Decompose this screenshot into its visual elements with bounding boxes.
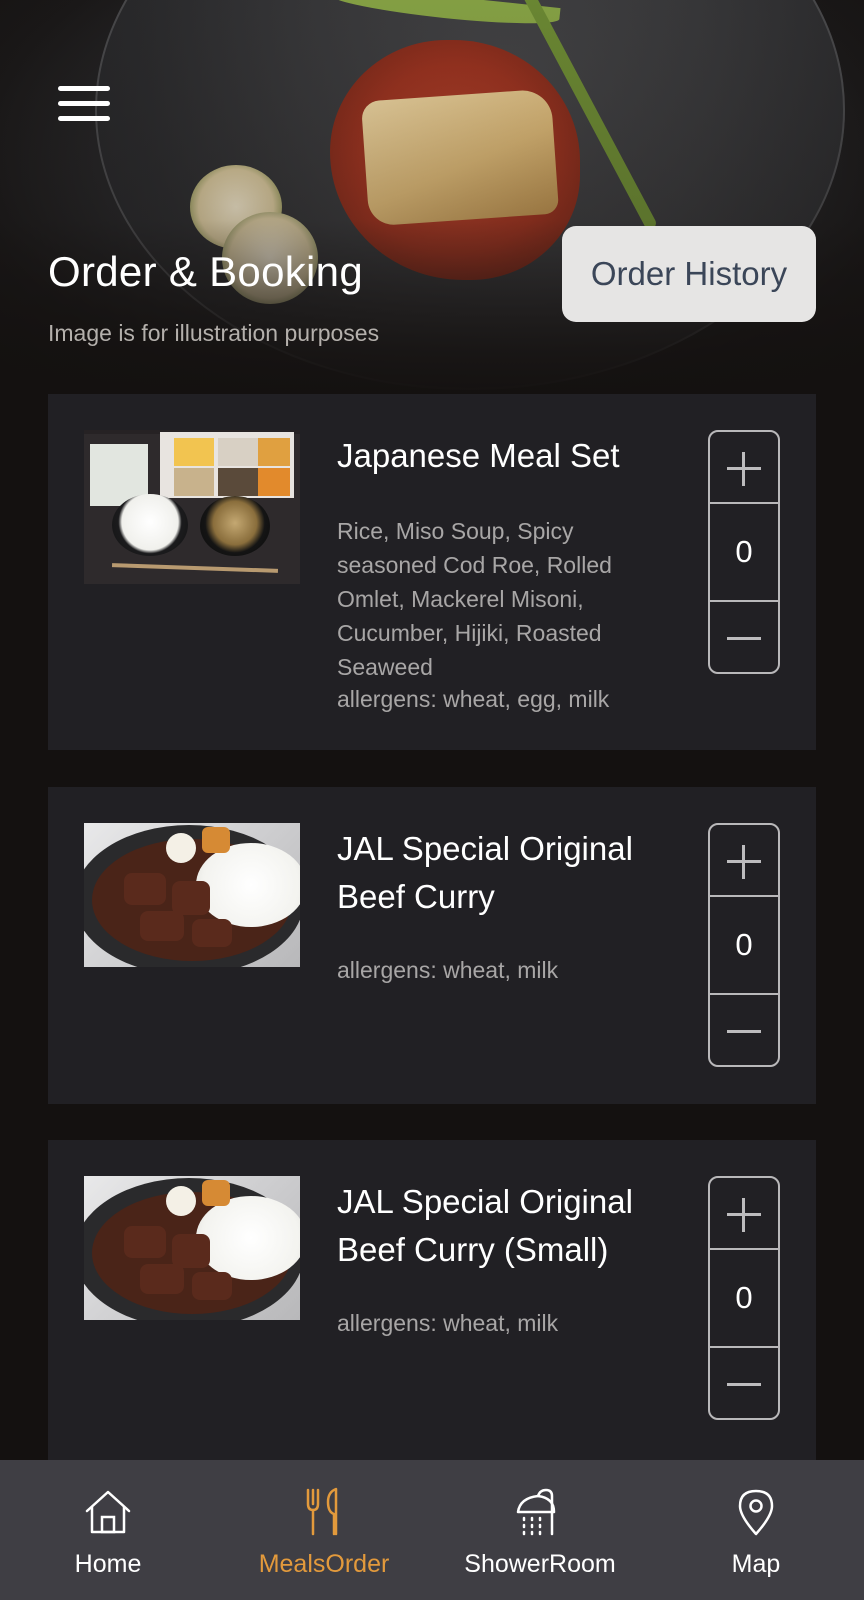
quantity-stepper: 0 <box>708 1176 780 1420</box>
meal-name: Japanese Meal Set <box>337 437 620 474</box>
quantity-value: 0 <box>735 927 753 962</box>
japanese-meal-set-photo <box>84 430 300 584</box>
nav-label: Map <box>731 1550 781 1578</box>
quantity-stepper: 0 <box>708 430 780 674</box>
minus-icon[interactable] <box>710 1346 778 1418</box>
nav-label: ShowerRoom <box>464 1550 616 1578</box>
nav-item-shower-room[interactable]: ShowerRoom <box>432 1460 648 1600</box>
nav-item-meals-order[interactable]: MealsOrder <box>216 1460 432 1600</box>
meal-allergens: allergens: wheat, egg, milk <box>337 686 610 712</box>
nav-item-map[interactable]: Map <box>648 1460 864 1600</box>
shower-icon <box>516 1488 556 1536</box>
page-title: Order & Booking <box>48 248 363 295</box>
meal-card-japanese-meal-set: Japanese Meal Set Rice, Miso Soup, Spicy… <box>48 394 816 750</box>
fork-knife-icon <box>306 1487 338 1536</box>
beef-curry-photo <box>84 823 300 967</box>
quantity-value: 0 <box>735 1280 753 1315</box>
nav-item-home[interactable]: Home <box>0 1460 216 1600</box>
plus-icon[interactable] <box>710 1178 778 1250</box>
meal-allergens: allergens: wheat, milk <box>337 1310 559 1336</box>
meal-card-beef-curry: JAL Special Original Beef Curry allergen… <box>48 787 816 1104</box>
order-history-button[interactable]: Order History <box>562 226 816 322</box>
hamburger-menu-icon[interactable] <box>58 84 110 124</box>
meal-description: Rice, Miso Soup, Spicy seasoned Cod Roe,… <box>337 518 612 680</box>
nav-label: MealsOrder <box>258 1550 390 1578</box>
beef-curry-photo <box>84 1176 300 1320</box>
quantity-stepper: 0 <box>708 823 780 1067</box>
plus-icon[interactable] <box>710 825 778 897</box>
meal-card-beef-curry-small: JAL Special Original Beef Curry (Small) … <box>48 1140 816 1460</box>
map-pin-icon <box>738 1489 774 1536</box>
bottom-navigation: Home MealsOrder ShowerRoom Map <box>0 1460 864 1600</box>
meal-name: JAL Special Original Beef Curry (Small) <box>337 1183 633 1268</box>
minus-icon[interactable] <box>710 993 778 1065</box>
plus-icon[interactable] <box>710 432 778 504</box>
page-subtitle: Image is for illustration purposes <box>48 320 380 346</box>
minus-icon[interactable] <box>710 600 778 672</box>
nav-label: Home <box>74 1550 142 1578</box>
meal-allergens: allergens: wheat, milk <box>337 957 559 983</box>
meal-name: JAL Special Original Beef Curry <box>337 830 633 915</box>
quantity-value: 0 <box>735 534 753 569</box>
home-icon <box>85 1490 131 1534</box>
